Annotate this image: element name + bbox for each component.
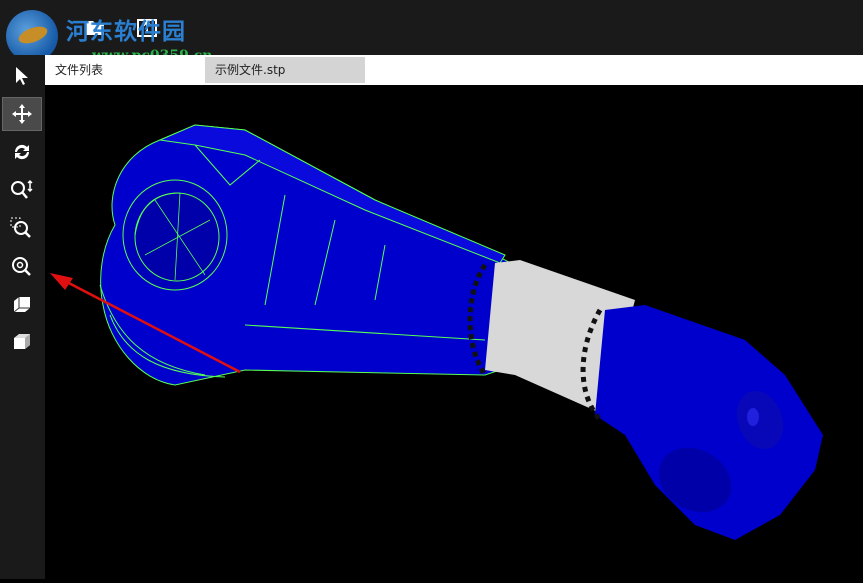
tab-file-list[interactable]: 文件列表 bbox=[45, 57, 205, 83]
zoom-fit-tool-button[interactable] bbox=[2, 249, 42, 283]
solid-cube-icon bbox=[14, 334, 30, 349]
rotate-icon bbox=[14, 144, 30, 160]
view-3d-icon bbox=[13, 297, 30, 313]
zoom-window-tool-button[interactable] bbox=[2, 211, 42, 245]
connecting-rod-model bbox=[99, 124, 516, 386]
solid-view-tool-button[interactable] bbox=[2, 325, 42, 359]
3d-viewport[interactable] bbox=[45, 85, 863, 579]
pan-tool-button[interactable] bbox=[2, 97, 42, 131]
select-arrow-icon bbox=[16, 67, 28, 85]
zoom-icon bbox=[11, 179, 33, 199]
model-render bbox=[50, 124, 823, 540]
watermark-title: 河东软件园 bbox=[66, 18, 186, 45]
tab-example-file[interactable]: 示例文件.stp bbox=[205, 57, 365, 83]
zoom-tool-button[interactable] bbox=[2, 173, 42, 207]
rod-end-model bbox=[580, 305, 823, 540]
zoom-window-icon bbox=[10, 217, 31, 238]
rotate-tool-button[interactable] bbox=[2, 135, 42, 169]
top-bar: 河东软件园 www.pc0359.cn bbox=[0, 0, 863, 64]
pan-move-icon bbox=[12, 104, 32, 124]
left-toolbar bbox=[0, 55, 45, 579]
zoom-fit-icon bbox=[12, 257, 31, 276]
select-tool-button[interactable] bbox=[2, 59, 42, 93]
view-3d-tool-button[interactable] bbox=[2, 287, 42, 321]
tab-bar: 文件列表 示例文件.stp bbox=[45, 55, 863, 85]
